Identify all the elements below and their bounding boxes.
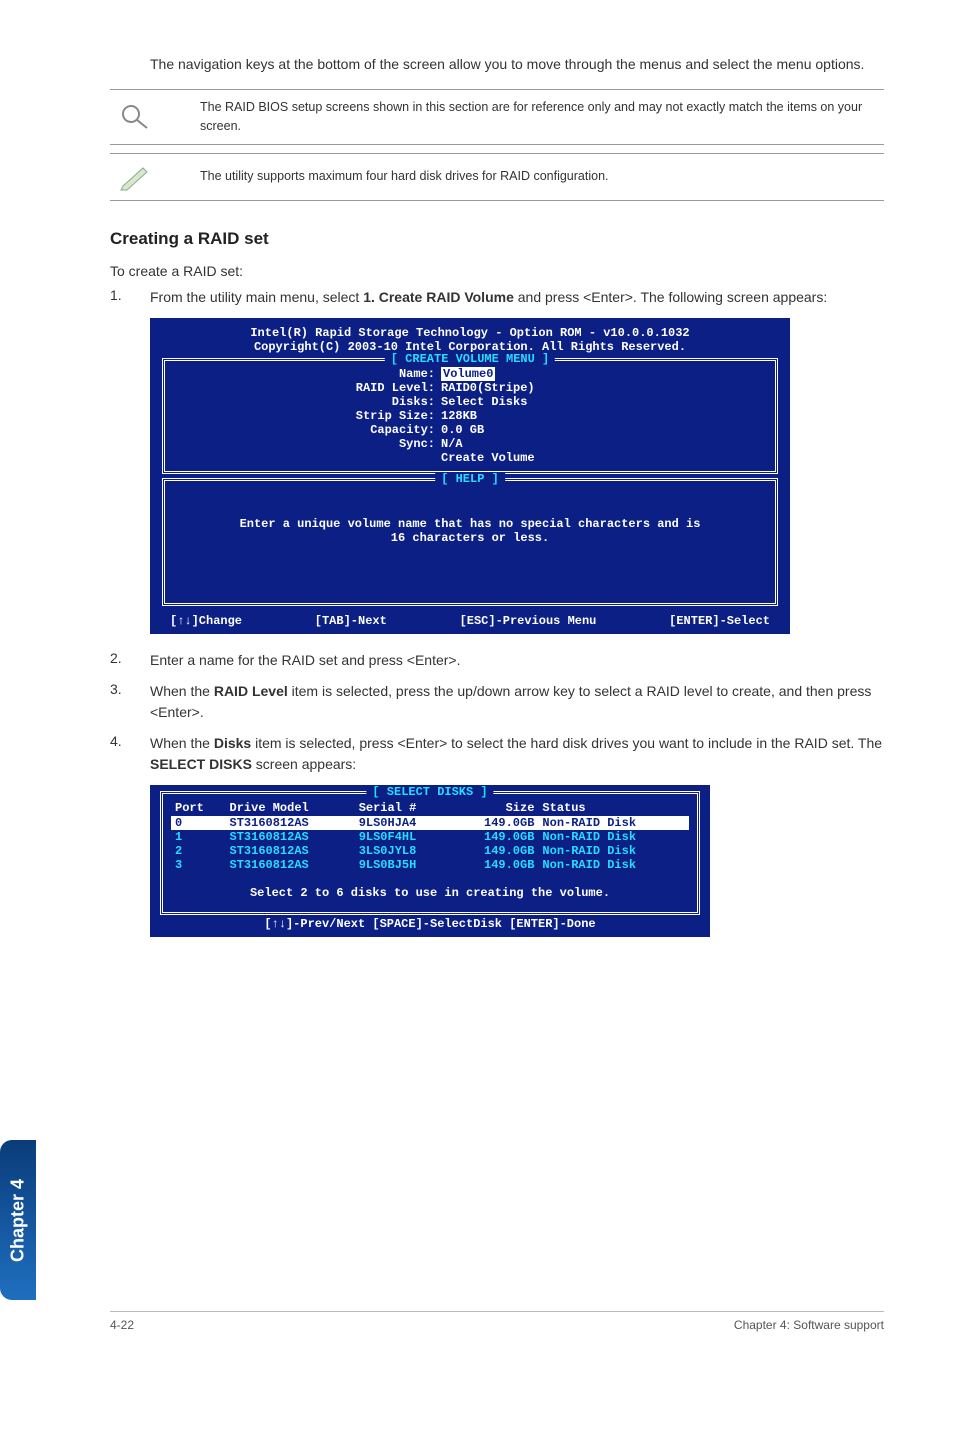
page-number: 4-22	[110, 1318, 134, 1332]
col-size: Size	[452, 800, 539, 816]
step-number-3: 3.	[110, 681, 150, 723]
step-text-1: From the utility main menu, select 1. Cr…	[150, 287, 827, 308]
magnifier-icon	[110, 102, 160, 132]
section-heading: Creating a RAID set	[110, 229, 884, 249]
help-line2: 16 characters or less.	[175, 531, 765, 545]
field-strip-label: Strip Size:	[175, 409, 441, 423]
bios-header-line1: Intel(R) Rapid Storage Technology - Opti…	[162, 326, 778, 340]
note-box-1: The RAID BIOS setup screens shown in thi…	[110, 89, 884, 145]
col-model: Drive Model	[226, 800, 355, 816]
disks-table: Port Drive Model Serial # Size Status 0S…	[171, 800, 689, 872]
help-title: [ HELP ]	[435, 472, 505, 486]
create-volume-action[interactable]: Create Volume	[441, 451, 765, 465]
table-row[interactable]: 0ST3160812AS9LS0HJA4149.0GBNon-RAID Disk	[171, 816, 689, 830]
select-disks-nav: [↑↓]-Prev/Next [SPACE]-SelectDisk [ENTER…	[160, 915, 700, 931]
bios-screen-create-volume: Intel(R) Rapid Storage Technology - Opti…	[150, 318, 790, 634]
bios-nav-bar: [↑↓]Change [TAB]-Next [ESC]-Previous Men…	[162, 610, 778, 628]
help-frame: [ HELP ] Enter a unique volume name that…	[162, 478, 778, 606]
step-number-1: 1.	[110, 287, 150, 308]
nav-tab: [TAB]-Next	[315, 614, 387, 628]
select-disks-frame: [ SELECT DISKS ] Port Drive Model Serial…	[160, 791, 700, 915]
create-volume-frame: [ CREATE VOLUME MENU ] Name:Volume0 RAID…	[162, 358, 778, 474]
step-text-2: Enter a name for the RAID set and press …	[150, 650, 461, 671]
section-subline: To create a RAID set:	[110, 263, 884, 279]
bios-screen-select-disks: [ SELECT DISKS ] Port Drive Model Serial…	[150, 785, 710, 937]
field-capacity-label: Capacity:	[175, 423, 441, 437]
col-status: Status	[538, 800, 689, 816]
nav-change: [↑↓]Change	[170, 614, 242, 628]
table-row[interactable]: 3ST3160812AS9LS0BJ5H149.0GBNon-RAID Disk	[171, 858, 689, 872]
pencil-icon	[110, 162, 160, 192]
field-sync-label: Sync:	[175, 437, 441, 451]
nav-enter: [ENTER]-Select	[669, 614, 770, 628]
intro-paragraph: The navigation keys at the bottom of the…	[150, 54, 884, 75]
nav-esc: [ESC]-Previous Menu	[460, 614, 597, 628]
help-line1: Enter a unique volume name that has no s…	[175, 517, 765, 531]
field-level-label: RAID Level:	[175, 381, 441, 395]
select-disks-title: [ SELECT DISKS ]	[366, 785, 493, 799]
table-row[interactable]: 2ST3160812AS3LS0JYL8149.0GBNon-RAID Disk	[171, 844, 689, 858]
field-name-label: Name:	[175, 367, 441, 381]
field-disks-value[interactable]: Select Disks	[441, 395, 765, 409]
field-name-value[interactable]: Volume0	[441, 367, 495, 381]
step-text-3: When the RAID Level item is selected, pr…	[150, 681, 884, 723]
select-disks-message: Select 2 to 6 disks to use in creating t…	[171, 886, 689, 900]
field-sync-value: N/A	[441, 437, 765, 451]
field-strip-value[interactable]: 128KB	[441, 409, 765, 423]
step-text-4: When the Disks item is selected, press <…	[150, 733, 884, 775]
table-row[interactable]: 1ST3160812AS9LS0F4HL149.0GBNon-RAID Disk	[171, 830, 689, 844]
step-number-4: 4.	[110, 733, 150, 775]
note-text-2: The utility supports maximum four hard d…	[200, 167, 609, 186]
create-volume-title: [ CREATE VOLUME MENU ]	[385, 352, 555, 366]
field-level-value[interactable]: RAID0(Stripe)	[441, 381, 765, 395]
note-text-1: The RAID BIOS setup screens shown in thi…	[200, 98, 884, 136]
page-footer: 4-22 Chapter 4: Software support	[110, 1311, 884, 1332]
field-disks-label: Disks:	[175, 395, 441, 409]
note-box-2: The utility supports maximum four hard d…	[110, 153, 884, 201]
field-capacity-value[interactable]: 0.0 GB	[441, 423, 765, 437]
chapter-tab: Chapter 4	[0, 1140, 36, 1300]
step-number-2: 2.	[110, 650, 150, 671]
col-serial: Serial #	[355, 800, 452, 816]
col-port: Port	[171, 800, 226, 816]
footer-chapter: Chapter 4: Software support	[734, 1318, 884, 1332]
